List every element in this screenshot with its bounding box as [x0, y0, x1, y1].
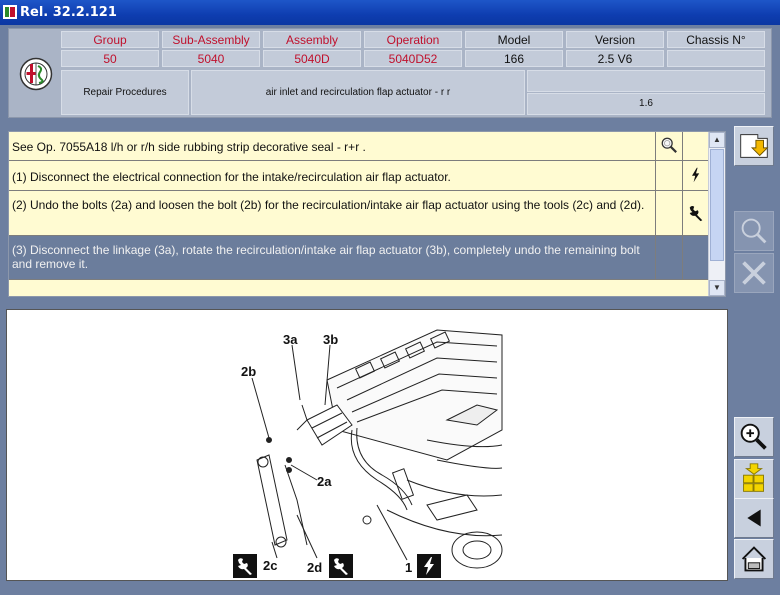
step-row[interactable]: See Op. 7055A18 l/h or r/h side rubbing … [9, 132, 709, 161]
chassis-value [667, 50, 765, 67]
step-row[interactable]: (2) Undo the bolts (2a) and loosen the b… [9, 191, 709, 236]
operation-label: Operation [364, 31, 462, 48]
version-label: Version [566, 31, 664, 48]
section-label: Repair Procedures [61, 70, 189, 115]
search-button[interactable] [734, 211, 774, 251]
step-icon-cell [655, 191, 682, 235]
step-icon-cell [682, 132, 709, 160]
callout-3b: 3b [323, 332, 338, 347]
callout-2b: 2b [241, 364, 256, 379]
empty-info-cell [527, 70, 765, 92]
magnifier-icon[interactable] [660, 136, 678, 154]
model-value: 166 [465, 50, 563, 67]
callout-3a: 3a [283, 332, 298, 347]
step-text: See Op. 7055A18 l/h or r/h side rubbing … [12, 140, 366, 154]
assembly-value: 5040D [263, 50, 361, 67]
steps-scrollbar[interactable]: ▲ ▼ [708, 132, 725, 296]
header-panel: Group 50 Sub-Assembly 5040 Assembly 5040… [8, 28, 772, 118]
operation-value: 5040D52 [364, 50, 462, 67]
technical-diagram: 3a 3b 2b 2a 2c 2d 1 [6, 309, 728, 581]
app-icon [3, 5, 17, 19]
home-icon [741, 546, 767, 572]
assembly-label: Assembly [263, 31, 361, 48]
step-icon-cell[interactable] [682, 191, 709, 235]
step-icon-cell [682, 236, 709, 279]
alfa-romeo-logo [19, 57, 53, 91]
electrical-icon[interactable] [688, 166, 704, 184]
wrench-badge-icon [329, 554, 353, 578]
parts-icon [743, 463, 764, 492]
scroll-up-button[interactable]: ▲ [709, 132, 725, 148]
home-button[interactable] [734, 539, 774, 579]
back-icon [747, 509, 761, 527]
electrical-badge-icon [417, 554, 441, 578]
version-value: 2.5 V6 [566, 50, 664, 67]
parts-button[interactable] [734, 459, 774, 499]
scroll-down-button[interactable]: ▼ [709, 280, 725, 296]
export-icon [740, 134, 769, 158]
callout-2c: 2c [263, 558, 277, 573]
step-text: (3) Disconnect the linkage (3a), rotate … [12, 243, 640, 271]
group-value: 50 [61, 50, 159, 67]
procedure-steps-list: See Op. 7055A18 l/h or r/h side rubbing … [8, 131, 726, 297]
window-title: Rel. 32.2.121 [20, 5, 117, 20]
step-text: (1) Disconnect the electrical connection… [12, 170, 451, 184]
operation-description: air inlet and recirculation flap actuato… [191, 70, 525, 115]
export-button[interactable] [734, 126, 774, 166]
diagram-drawing: 3a 3b 2b 2a 2c 2d 1 [233, 329, 503, 578]
group-label: Group [61, 31, 159, 48]
tools-button[interactable] [734, 253, 774, 293]
chassis-label: Chassis N° [667, 31, 765, 48]
step-icon-cell[interactable] [682, 161, 709, 190]
step-row[interactable]: (1) Disconnect the electrical connection… [9, 161, 709, 191]
title-bar: Rel. 32.2.121 [0, 0, 780, 25]
back-button[interactable] [734, 498, 774, 538]
step-icon-cell [655, 236, 682, 279]
step-icon-cell[interactable] [655, 132, 682, 160]
extra-value: 1.6 [527, 93, 765, 115]
callout-2a: 2a [317, 474, 332, 489]
model-label: Model [465, 31, 563, 48]
scroll-thumb[interactable] [710, 149, 724, 261]
sub-assembly-value: 5040 [162, 50, 260, 67]
sub-assembly-label: Sub-Assembly [162, 31, 260, 48]
step-row-selected[interactable]: (3) Disconnect the linkage (3a), rotate … [9, 236, 709, 280]
callout-2d: 2d [307, 560, 322, 575]
zoom-in-icon [740, 423, 767, 450]
step-text: (2) Undo the bolts (2a) and loosen the b… [12, 198, 645, 212]
zoom-in-button[interactable] [734, 417, 774, 457]
wrench-badge-icon [233, 554, 257, 578]
wrench-icon[interactable] [687, 204, 705, 222]
search-icon [741, 218, 767, 244]
tools-icon [742, 261, 766, 285]
callout-1: 1 [405, 560, 412, 575]
step-icon-cell [655, 161, 682, 190]
